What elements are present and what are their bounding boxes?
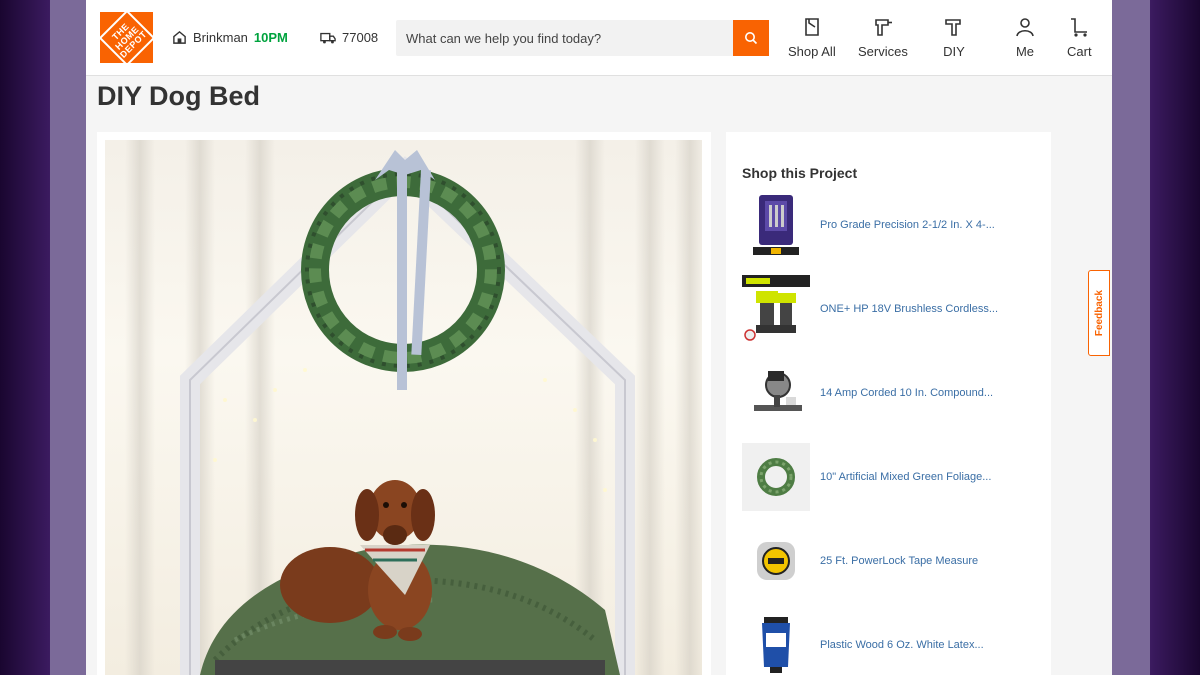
logo-text: THE HOME DEPOT xyxy=(109,20,148,59)
nav-cart[interactable]: Cart xyxy=(1067,16,1092,59)
nav-label: Services xyxy=(858,44,908,59)
nav-label: Shop All xyxy=(788,44,836,59)
shop-all-icon xyxy=(805,18,819,36)
search-icon xyxy=(745,32,758,45)
nav-me[interactable]: Me xyxy=(1014,16,1036,59)
store-hours: 10PM xyxy=(253,30,288,45)
miter-saw-icon xyxy=(754,371,802,411)
search-input[interactable] xyxy=(396,20,733,56)
nav-label: Me xyxy=(1015,44,1035,59)
search-button[interactable] xyxy=(733,20,769,56)
user-icon xyxy=(1016,18,1034,37)
product-item[interactable]: Pro Grade Precision 2-1/2 In. X 4-... xyxy=(742,190,1042,260)
product-thumbnail[interactable] xyxy=(742,443,810,511)
page-title: DIY Dog Bed xyxy=(97,81,261,111)
shop-project-panel: Shop this Project Pro Grade Precision 2-… xyxy=(726,132,1051,675)
product-item[interactable]: 10" Artificial Mixed Green Foliage... xyxy=(742,442,1042,512)
store-selector[interactable]: Brinkman 10PM xyxy=(172,30,288,45)
zip-code: 77008 xyxy=(342,30,379,45)
feedback-tab[interactable]: Feedback xyxy=(1088,270,1110,356)
page: THE HOME DEPOT Brinkman 10PM 77008 What … xyxy=(86,0,1112,675)
site-header: THE HOME DEPOT Brinkman 10PM 77008 What … xyxy=(86,0,1112,76)
product-thumbnail[interactable] xyxy=(742,611,810,675)
product-thumbnail[interactable] xyxy=(742,191,810,259)
nav-label: Cart xyxy=(1067,44,1092,59)
project-photo[interactable] xyxy=(105,140,702,675)
product-thumbnail[interactable] xyxy=(742,359,810,427)
store-name: Brinkman xyxy=(193,30,248,45)
delivery-zip[interactable]: 77008 xyxy=(320,30,378,45)
product-item[interactable]: 25 Ft. PowerLock Tape Measure xyxy=(742,526,1042,596)
nav-diy[interactable]: DIY xyxy=(943,16,965,59)
store-icon xyxy=(173,30,186,44)
product-name-link[interactable]: 10" Artificial Mixed Green Foliage... xyxy=(820,471,1010,483)
product-name-link[interactable]: 25 Ft. PowerLock Tape Measure xyxy=(820,555,1010,567)
hammer-icon xyxy=(945,19,961,36)
product-item[interactable]: 14 Amp Corded 10 In. Compound... xyxy=(742,358,1042,428)
search-bar xyxy=(396,20,769,56)
cart-icon xyxy=(1071,18,1088,37)
drill-kit-icon xyxy=(742,275,810,341)
nav-services[interactable]: Services xyxy=(858,16,908,59)
product-name-link[interactable]: ONE+ HP 18V Brushless Cordless... xyxy=(820,303,1010,315)
feedback-label: Feedback xyxy=(1093,289,1105,337)
wreath-icon xyxy=(757,458,795,496)
shop-project-title: Shop this Project xyxy=(742,165,858,181)
nav-shop-all[interactable]: Shop All xyxy=(788,16,836,59)
nav-label: DIY xyxy=(943,44,965,59)
product-name-link[interactable]: 14 Amp Corded 10 In. Compound... xyxy=(820,387,1010,399)
home-depot-logo[interactable]: THE HOME DEPOT xyxy=(98,9,155,66)
product-thumbnail[interactable] xyxy=(742,275,810,343)
project-image-card xyxy=(97,132,711,675)
services-drill-icon xyxy=(875,19,892,36)
product-item[interactable]: Plastic Wood 6 Oz. White Latex... xyxy=(742,610,1042,675)
product-thumbnail[interactable] xyxy=(742,527,810,595)
delivery-truck-icon xyxy=(320,32,336,43)
product-item[interactable]: ONE+ HP 18V Brushless Cordless... xyxy=(742,274,1042,344)
wood-filler-tube-icon xyxy=(762,617,790,673)
product-name-link[interactable]: Pro Grade Precision 2-1/2 In. X 4-... xyxy=(820,219,1010,231)
product-name-link[interactable]: Plastic Wood 6 Oz. White Latex... xyxy=(820,639,1010,651)
drill-bit-set-icon xyxy=(753,195,799,255)
tape-measure-icon xyxy=(757,542,795,580)
dog-bed-illustration xyxy=(180,150,635,675)
